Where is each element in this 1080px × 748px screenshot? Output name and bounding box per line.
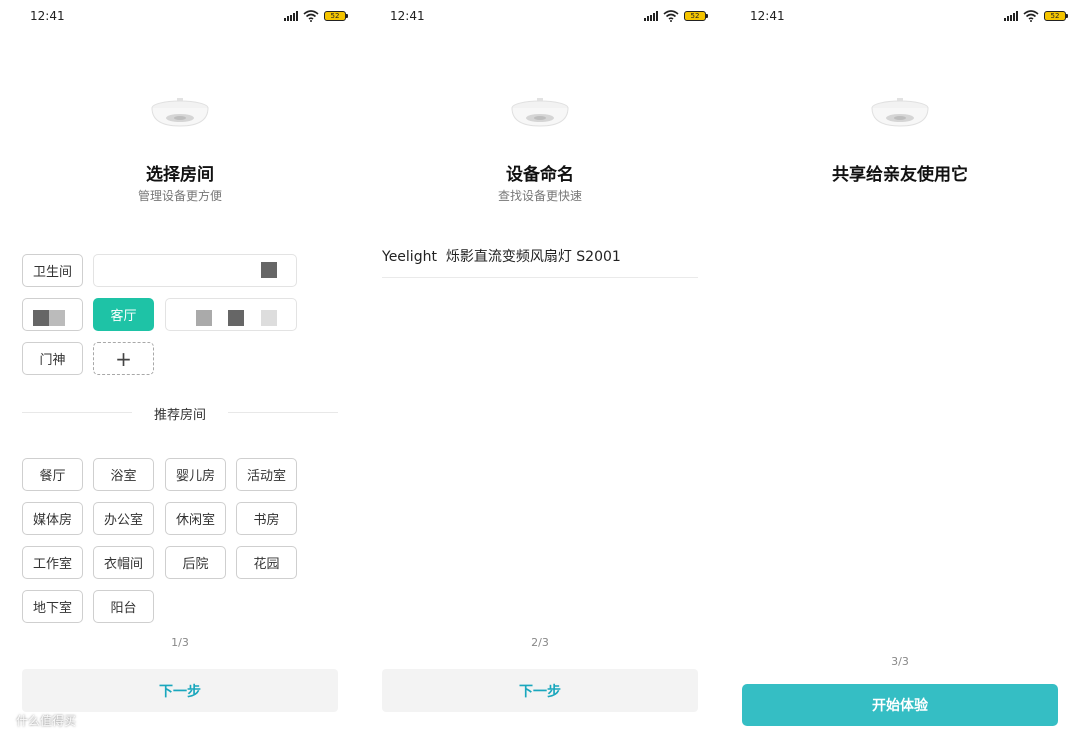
recommended-room-chip[interactable]: 媒体房 xyxy=(22,502,83,535)
status-time: 12:41 xyxy=(750,9,785,23)
battery-icon: 52 xyxy=(1044,11,1068,21)
start-experience-button[interactable]: 开始体验 xyxy=(742,684,1058,726)
status-time: 12:41 xyxy=(30,9,65,23)
recommended-room-chip[interactable]: 书房 xyxy=(236,502,297,535)
recommended-rooms-heading: 推荐房间 xyxy=(153,408,206,423)
watermark: 什么值得买 xyxy=(16,714,77,728)
signal-icon xyxy=(644,11,658,21)
add-room-button[interactable]: + xyxy=(93,342,154,375)
recommended-room-chip[interactable]: 办公室 xyxy=(93,502,154,535)
step-indicator: 3/3 xyxy=(891,655,909,668)
room-chip-blurred[interactable] xyxy=(93,254,297,287)
page-title: 共享给亲友使用它 xyxy=(832,165,968,185)
recommended-room-chip[interactable]: 活动室 xyxy=(236,458,297,491)
recommended-room-chip[interactable]: 衣帽间 xyxy=(93,546,154,579)
recommended-room-chip[interactable]: 地下室 xyxy=(22,590,83,623)
room-chip-living-room[interactable]: 客厅 xyxy=(93,298,154,331)
ceiling-fan-light-icon xyxy=(871,98,929,127)
status-bar: 12:41 52 xyxy=(720,0,1080,32)
battery-icon: 52 xyxy=(684,11,708,21)
wifi-icon xyxy=(1023,10,1039,22)
recommended-room-chip[interactable]: 后院 xyxy=(165,546,226,579)
recommended-room-chip[interactable]: 工作室 xyxy=(22,546,83,579)
room-chip-door-god[interactable]: 门神 xyxy=(22,342,83,375)
add-icon: + xyxy=(115,346,132,371)
signal-icon xyxy=(1004,11,1018,21)
recommended-room-chip[interactable]: 餐厅 xyxy=(22,458,83,491)
recommended-room-chip[interactable]: 阳台 xyxy=(93,590,154,623)
ceiling-fan-light-icon xyxy=(151,98,209,127)
step-indicator: 1/3 xyxy=(171,636,189,649)
recommended-room-chip[interactable]: 花园 xyxy=(236,546,297,579)
status-time: 12:41 xyxy=(390,9,425,23)
next-step-button[interactable]: 下一步 xyxy=(382,669,698,712)
wifi-icon xyxy=(663,10,679,22)
recommended-room-chip[interactable]: 婴儿房 xyxy=(165,458,226,491)
signal-icon xyxy=(284,11,298,21)
select-room-screen: 12:41 52 选择房间 管理设备更方便 卫生间 客厅 门神 + 推荐房间 餐 xyxy=(0,0,360,748)
page-subtitle: 查找设备更快速 xyxy=(497,189,582,203)
recommended-room-chip[interactable]: 浴室 xyxy=(93,458,154,491)
page-subtitle: 管理设备更方便 xyxy=(137,189,222,203)
name-device-screen: 12:41 52 设备命名 查找设备更快速 Yeelight 烁影直流变频风扇灯… xyxy=(360,0,720,748)
room-chip-blurred[interactable] xyxy=(22,298,83,331)
device-name-value: Yeelight 烁影直流变频风扇灯 S2001 xyxy=(382,249,621,265)
ceiling-fan-light-icon xyxy=(511,98,569,127)
room-chip-bathroom[interactable]: 卫生间 xyxy=(22,254,83,287)
battery-icon: 52 xyxy=(324,11,348,21)
recommended-rooms-divider: 推荐房间 xyxy=(22,404,338,423)
device-name-field[interactable]: Yeelight 烁影直流变频风扇灯 S2001 xyxy=(382,246,698,278)
step-indicator: 2/3 xyxy=(531,636,549,649)
next-step-button[interactable]: 下一步 xyxy=(22,669,338,712)
status-bar: 12:41 52 xyxy=(0,0,360,32)
share-screen: 12:41 52 共享给亲友使用它 3/3 开始体验 xyxy=(720,0,1080,748)
status-bar: 12:41 52 xyxy=(360,0,720,32)
recommended-room-chip[interactable]: 休闲室 xyxy=(165,502,226,535)
page-title: 设备命名 xyxy=(506,165,574,185)
room-chip-blurred[interactable] xyxy=(165,298,297,331)
wifi-icon xyxy=(303,10,319,22)
page-title: 选择房间 xyxy=(146,165,214,185)
